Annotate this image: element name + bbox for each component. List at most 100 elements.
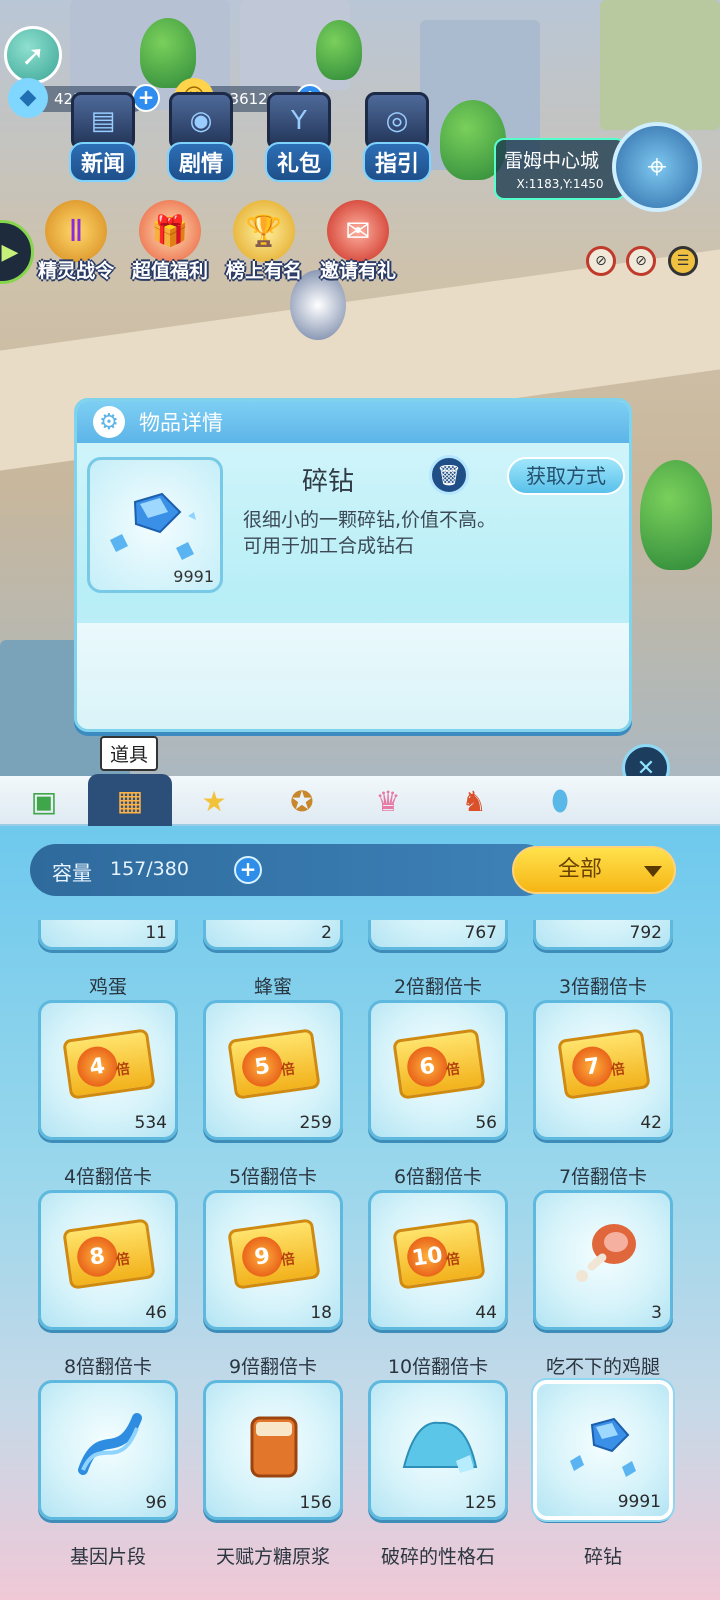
tab-items[interactable]: ▦ bbox=[88, 774, 172, 826]
tab-energy[interactable]: ▣ bbox=[20, 780, 68, 822]
category-filter-dropdown[interactable]: 全部 bbox=[512, 846, 676, 894]
tab-stars[interactable]: ★ bbox=[190, 780, 238, 822]
slot-item-name: 3倍翻倍卡 bbox=[558, 976, 648, 998]
slot-count: 534 bbox=[134, 1113, 167, 1133]
inventory-slot[interactable]: 9 倍 18 bbox=[203, 1190, 343, 1330]
drumstick-icon bbox=[576, 1224, 636, 1282]
map-tree bbox=[140, 18, 196, 88]
tab-toys[interactable]: ♞ bbox=[450, 780, 498, 822]
slot-count: 9991 bbox=[617, 1492, 661, 1512]
inventory-slot[interactable]: 10 倍 44 bbox=[368, 1190, 508, 1330]
item-detail-popup: ⚙ 物品详情 9991 碎钻 🗑 获取方式 很细小的一颗碎钻,价值不高。 可用于… bbox=[74, 398, 632, 732]
capacity-value: 157/380 bbox=[110, 858, 189, 880]
slot-count: 46 bbox=[145, 1303, 167, 1323]
story-button[interactable]: ◉ 剧情 bbox=[158, 92, 244, 188]
slot-item-name: 吃不下的鸡腿 bbox=[545, 1356, 660, 1378]
invite-label: 邀请有礼 bbox=[319, 260, 396, 282]
inventory-slot[interactable]: 4 倍 534 bbox=[38, 1000, 178, 1140]
badge-icon: ✪ bbox=[290, 784, 314, 818]
inventory-slot[interactable]: 9991 bbox=[533, 1380, 673, 1520]
slot-item-name: 碎钻 bbox=[583, 1546, 622, 1568]
world-map-button[interactable]: ⌖ bbox=[612, 122, 702, 212]
egg-icon: ⬮ bbox=[551, 784, 569, 817]
mute-icon[interactable]: ⊘ bbox=[586, 246, 616, 276]
inventory-panel: 容量 157/380 + 全部 11 鸡蛋 2 蜂蜜 767 2倍翻倍卡 792 3倍翻倍卡 4… bbox=[0, 826, 720, 1600]
item-description-line: 很细小的一颗碎钻,价值不高。 bbox=[243, 509, 497, 531]
tab-outfits[interactable]: ♛ bbox=[364, 780, 412, 822]
map-building bbox=[600, 0, 720, 130]
slot-item-name: 基因片段 bbox=[69, 1546, 146, 1568]
multiplier-card-icon: 8倍 bbox=[62, 1218, 156, 1290]
discard-button[interactable]: 🗑 bbox=[429, 455, 469, 495]
shattered-stone-icon bbox=[402, 1421, 478, 1473]
tab-badges[interactable]: ✪ bbox=[278, 780, 326, 822]
inventory-slot[interactable]: 2 bbox=[203, 920, 343, 950]
inventory-slot[interactable]: 5 倍 259 bbox=[203, 1000, 343, 1140]
expand-capacity-button[interactable]: + bbox=[234, 856, 262, 884]
multiplier-card-icon: 4倍 bbox=[62, 1028, 156, 1100]
slot-item-name: 蜂蜜 bbox=[253, 976, 292, 998]
slot-art: 10 倍 bbox=[392, 1218, 486, 1290]
diamond-icon: ◆ bbox=[8, 78, 48, 118]
slot-art bbox=[561, 1412, 649, 1478]
rocket-button[interactable]: ➚ bbox=[4, 26, 62, 84]
slot-art: 6倍 bbox=[392, 1028, 486, 1100]
inventory-slot[interactable]: 96 bbox=[38, 1380, 178, 1520]
event-spirit-pass[interactable]: Ⅱ 精灵战令 bbox=[28, 200, 124, 284]
caret-down-icon bbox=[644, 866, 662, 877]
slot-item-name: 6倍翻倍卡 bbox=[393, 1166, 483, 1188]
inventory-slot[interactable]: 3 bbox=[533, 1190, 673, 1330]
trophy-icon: 🏆 bbox=[233, 200, 295, 262]
spirit-pass-icon: Ⅱ bbox=[45, 200, 107, 262]
event-leaderboard[interactable]: 🏆 榜上有名 bbox=[216, 200, 312, 284]
card-suffix: 倍 bbox=[609, 1061, 627, 1080]
no-sound-icon[interactable]: ⊘ bbox=[626, 246, 656, 276]
news-button[interactable]: ▤ 新闻 bbox=[60, 92, 146, 188]
guide-button[interactable]: ◎ 指引 bbox=[354, 92, 440, 188]
card-suffix: 倍 bbox=[444, 1061, 462, 1080]
slot-art: 4倍 bbox=[62, 1028, 156, 1100]
card-suffix: 倍 bbox=[279, 1251, 297, 1270]
multiplier-card-icon: 7倍 bbox=[557, 1028, 651, 1100]
slot-count: 11 bbox=[145, 923, 167, 943]
inventory-slot[interactable]: 156 bbox=[203, 1380, 343, 1520]
inventory-grid: 11 鸡蛋 2 蜂蜜 767 2倍翻倍卡 792 3倍翻倍卡 4 倍 534 4倍翻倍卡 5 倍 259 5倍… bbox=[0, 920, 720, 1600]
tab-eggs[interactable]: ⬮ bbox=[536, 780, 584, 822]
slot-item-name: 9倍翻倍卡 bbox=[228, 1356, 318, 1378]
slot-count: 2 bbox=[321, 923, 332, 943]
event-invite[interactable]: ✉ 邀请有礼 bbox=[310, 200, 406, 284]
event-value-welfare[interactable]: 🎁 超值福利 bbox=[122, 200, 218, 284]
card-suffix: 倍 bbox=[279, 1061, 297, 1080]
capacity-bar: 容量 157/380 + bbox=[30, 844, 550, 896]
item-thumbnail: 9991 bbox=[87, 457, 223, 593]
slot-art: 5倍 bbox=[227, 1028, 321, 1100]
card-multiplier: 6 bbox=[404, 1044, 450, 1090]
card-multiplier: 4 bbox=[74, 1044, 120, 1090]
star-icon: ★ bbox=[201, 784, 227, 818]
location-panel: 雷姆中心城 X:1183,Y:1450 bbox=[494, 138, 626, 200]
slot-item-name: 破碎的性格石 bbox=[380, 1546, 495, 1568]
inventory-slot[interactable]: 767 bbox=[368, 920, 508, 950]
item-detail-lower-area bbox=[77, 623, 629, 729]
slot-count: 44 bbox=[475, 1303, 497, 1323]
card-multiplier: 7 bbox=[569, 1044, 615, 1090]
inventory-slot[interactable]: 8 倍 46 bbox=[38, 1190, 178, 1330]
slot-count: 125 bbox=[464, 1493, 497, 1513]
multiplier-card-icon: 10 倍 bbox=[392, 1218, 486, 1290]
slot-art bbox=[395, 1411, 483, 1477]
story-label: 剧情 bbox=[166, 142, 235, 182]
inventory-slot[interactable]: 125 bbox=[368, 1380, 508, 1520]
slot-art bbox=[230, 1411, 318, 1478]
inventory-slot[interactable]: 11 bbox=[38, 920, 178, 950]
slot-item-name: 鸡蛋 bbox=[88, 976, 127, 998]
menu-list-icon[interactable]: ☰ bbox=[668, 246, 698, 276]
giftpack-button[interactable]: Y 礼包 bbox=[256, 92, 342, 188]
inventory-slot[interactable]: 7 倍 42 bbox=[533, 1000, 673, 1140]
slot-item-name: 天赋方糖原浆 bbox=[215, 1546, 330, 1568]
inventory-slot[interactable]: 792 bbox=[533, 920, 673, 950]
inventory-slot[interactable]: 6 倍 56 bbox=[368, 1000, 508, 1140]
leaderboard-label: 榜上有名 bbox=[225, 260, 302, 282]
spirit-pass-label: 精灵战令 bbox=[37, 260, 114, 282]
obtain-method-button[interactable]: 获取方式 bbox=[507, 457, 625, 495]
item-count: 9991 bbox=[173, 567, 214, 586]
